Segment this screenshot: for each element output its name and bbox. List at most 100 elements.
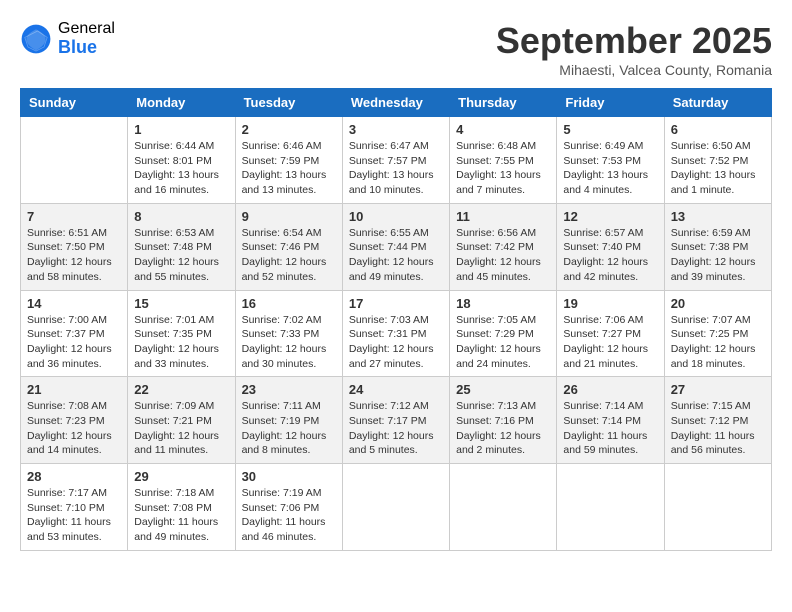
day-info: Sunrise: 7:12 AM Sunset: 7:17 PM Dayligh… (349, 399, 443, 458)
day-number: 22 (134, 382, 228, 397)
calendar-cell: 12 Sunrise: 6:57 AM Sunset: 7:40 PM Dayli… (557, 203, 664, 290)
day-info: Sunrise: 6:56 AM Sunset: 7:42 PM Dayligh… (456, 226, 550, 285)
day-number: 23 (242, 382, 336, 397)
calendar-cell: 19 Sunrise: 7:06 AM Sunset: 7:27 PM Dayli… (557, 290, 664, 377)
day-number: 18 (456, 296, 550, 311)
day-number: 11 (456, 209, 550, 224)
day-number: 21 (27, 382, 121, 397)
day-number: 5 (563, 122, 657, 137)
day-number: 27 (671, 382, 765, 397)
logo: General Blue (20, 20, 115, 57)
calendar-week-row: 14 Sunrise: 7:00 AM Sunset: 7:37 PM Dayli… (21, 290, 772, 377)
calendar-cell: 18 Sunrise: 7:05 AM Sunset: 7:29 PM Dayli… (450, 290, 557, 377)
calendar-cell: 30 Sunrise: 7:19 AM Sunset: 7:06 PM Dayli… (235, 464, 342, 551)
day-number: 14 (27, 296, 121, 311)
day-number: 16 (242, 296, 336, 311)
day-info: Sunrise: 6:59 AM Sunset: 7:38 PM Dayligh… (671, 226, 765, 285)
day-info: Sunrise: 7:07 AM Sunset: 7:25 PM Dayligh… (671, 313, 765, 372)
calendar-cell: 23 Sunrise: 7:11 AM Sunset: 7:19 PM Dayli… (235, 377, 342, 464)
day-number: 12 (563, 209, 657, 224)
day-number: 20 (671, 296, 765, 311)
day-number: 10 (349, 209, 443, 224)
logo-text: General Blue (58, 20, 115, 57)
day-info: Sunrise: 6:57 AM Sunset: 7:40 PM Dayligh… (563, 226, 657, 285)
day-number: 15 (134, 296, 228, 311)
day-info: Sunrise: 7:19 AM Sunset: 7:06 PM Dayligh… (242, 486, 336, 545)
day-number: 19 (563, 296, 657, 311)
calendar-cell (342, 464, 449, 551)
day-header-sunday: Sunday (21, 89, 128, 117)
logo-icon (20, 23, 52, 55)
day-number: 13 (671, 209, 765, 224)
calendar-cell: 14 Sunrise: 7:00 AM Sunset: 7:37 PM Dayli… (21, 290, 128, 377)
day-info: Sunrise: 6:50 AM Sunset: 7:52 PM Dayligh… (671, 139, 765, 198)
day-header-wednesday: Wednesday (342, 89, 449, 117)
day-info: Sunrise: 7:08 AM Sunset: 7:23 PM Dayligh… (27, 399, 121, 458)
day-number: 1 (134, 122, 228, 137)
calendar-cell: 25 Sunrise: 7:13 AM Sunset: 7:16 PM Dayli… (450, 377, 557, 464)
calendar-week-row: 7Sunrise: 6:51 AM Sunset: 7:50 PM Daylig… (21, 203, 772, 290)
calendar-cell: 9 Sunrise: 6:54 AM Sunset: 7:46 PM Daylig… (235, 203, 342, 290)
calendar: SundayMondayTuesdayWednesdayThursdayFrid… (20, 88, 772, 551)
calendar-cell: 2 Sunrise: 6:46 AM Sunset: 7:59 PM Daylig… (235, 117, 342, 204)
day-header-tuesday: Tuesday (235, 89, 342, 117)
day-info: Sunrise: 6:48 AM Sunset: 7:55 PM Dayligh… (456, 139, 550, 198)
day-info: Sunrise: 6:46 AM Sunset: 7:59 PM Dayligh… (242, 139, 336, 198)
day-info: Sunrise: 6:47 AM Sunset: 7:57 PM Dayligh… (349, 139, 443, 198)
day-header-friday: Friday (557, 89, 664, 117)
day-info: Sunrise: 7:14 AM Sunset: 7:14 PM Dayligh… (563, 399, 657, 458)
calendar-header-row: SundayMondayTuesdayWednesdayThursdayFrid… (21, 89, 772, 117)
day-number: 25 (456, 382, 550, 397)
location: Mihaesti, Valcea County, Romania (496, 62, 772, 78)
day-number: 6 (671, 122, 765, 137)
calendar-cell: 7Sunrise: 6:51 AM Sunset: 7:50 PM Daylig… (21, 203, 128, 290)
calendar-cell (557, 464, 664, 551)
day-number: 7 (27, 209, 121, 224)
day-number: 29 (134, 469, 228, 484)
day-number: 3 (349, 122, 443, 137)
day-info: Sunrise: 7:13 AM Sunset: 7:16 PM Dayligh… (456, 399, 550, 458)
calendar-week-row: 1 Sunrise: 6:44 AM Sunset: 8:01 PM Daylig… (21, 117, 772, 204)
day-info: Sunrise: 7:00 AM Sunset: 7:37 PM Dayligh… (27, 313, 121, 372)
day-info: Sunrise: 7:01 AM Sunset: 7:35 PM Dayligh… (134, 313, 228, 372)
calendar-cell (664, 464, 771, 551)
calendar-cell: 16Sunrise: 7:02 AM Sunset: 7:33 PM Dayli… (235, 290, 342, 377)
day-number: 28 (27, 469, 121, 484)
title-section: September 2025 Mihaesti, Valcea County, … (496, 20, 772, 78)
logo-blue: Blue (58, 38, 115, 58)
calendar-cell: 6 Sunrise: 6:50 AM Sunset: 7:52 PM Daylig… (664, 117, 771, 204)
day-info: Sunrise: 7:05 AM Sunset: 7:29 PM Dayligh… (456, 313, 550, 372)
day-info: Sunrise: 7:03 AM Sunset: 7:31 PM Dayligh… (349, 313, 443, 372)
calendar-cell: 10 Sunrise: 6:55 AM Sunset: 7:44 PM Dayli… (342, 203, 449, 290)
day-header-monday: Monday (128, 89, 235, 117)
calendar-cell: 21 Sunrise: 7:08 AM Sunset: 7:23 PM Dayli… (21, 377, 128, 464)
calendar-cell: 29Sunrise: 7:18 AM Sunset: 7:08 PM Dayli… (128, 464, 235, 551)
day-info: Sunrise: 6:55 AM Sunset: 7:44 PM Dayligh… (349, 226, 443, 285)
calendar-cell: 22 Sunrise: 7:09 AM Sunset: 7:21 PM Dayli… (128, 377, 235, 464)
calendar-cell: 24 Sunrise: 7:12 AM Sunset: 7:17 PM Dayli… (342, 377, 449, 464)
day-info: Sunrise: 7:11 AM Sunset: 7:19 PM Dayligh… (242, 399, 336, 458)
calendar-week-row: 28 Sunrise: 7:17 AM Sunset: 7:10 PM Dayli… (21, 464, 772, 551)
day-header-saturday: Saturday (664, 89, 771, 117)
day-number: 9 (242, 209, 336, 224)
day-info: Sunrise: 6:44 AM Sunset: 8:01 PM Dayligh… (134, 139, 228, 198)
day-info: Sunrise: 6:49 AM Sunset: 7:53 PM Dayligh… (563, 139, 657, 198)
day-number: 24 (349, 382, 443, 397)
calendar-cell: 3 Sunrise: 6:47 AM Sunset: 7:57 PM Daylig… (342, 117, 449, 204)
calendar-cell (21, 117, 128, 204)
logo-general: General (58, 20, 115, 38)
calendar-cell: 28 Sunrise: 7:17 AM Sunset: 7:10 PM Dayli… (21, 464, 128, 551)
calendar-week-row: 21 Sunrise: 7:08 AM Sunset: 7:23 PM Dayli… (21, 377, 772, 464)
day-number: 30 (242, 469, 336, 484)
day-info: Sunrise: 7:17 AM Sunset: 7:10 PM Dayligh… (27, 486, 121, 545)
day-number: 4 (456, 122, 550, 137)
calendar-cell: 5 Sunrise: 6:49 AM Sunset: 7:53 PM Daylig… (557, 117, 664, 204)
day-info: Sunrise: 6:53 AM Sunset: 7:48 PM Dayligh… (134, 226, 228, 285)
day-info: Sunrise: 6:54 AM Sunset: 7:46 PM Dayligh… (242, 226, 336, 285)
day-info: Sunrise: 7:06 AM Sunset: 7:27 PM Dayligh… (563, 313, 657, 372)
month-title: September 2025 (496, 20, 772, 62)
page-header: General Blue September 2025 Mihaesti, Va… (20, 20, 772, 78)
day-number: 2 (242, 122, 336, 137)
day-info: Sunrise: 7:09 AM Sunset: 7:21 PM Dayligh… (134, 399, 228, 458)
day-number: 17 (349, 296, 443, 311)
